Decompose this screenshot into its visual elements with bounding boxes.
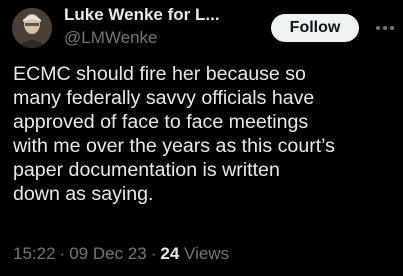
- tweet-text-line: ECMC should fire her because so: [13, 63, 306, 85]
- tweet: Luke Wenke for L... @LMWenke Follow ECMC…: [0, 0, 403, 276]
- follow-button[interactable]: Follow: [271, 14, 359, 42]
- more-dots-icon[interactable]: [371, 14, 399, 42]
- tweet-text: ECMC should fire her because so many fed…: [13, 62, 398, 206]
- tweet-meta: 15:22 · 09 Dec 23 · 24 Views: [13, 244, 229, 264]
- avatar-image: [12, 8, 52, 48]
- meta-separator: ·: [59, 244, 66, 263]
- avatar[interactable]: [12, 8, 52, 48]
- views-label: Views: [184, 244, 230, 263]
- meta-separator: ·: [150, 244, 157, 263]
- tweet-text-line: with me over the years as this court’s: [13, 135, 335, 157]
- tweet-text-line: many federally savvy officials have: [13, 87, 315, 109]
- tweet-text-line: paper documentation is written: [13, 159, 280, 181]
- tweet-date[interactable]: 09 Dec 23: [69, 244, 147, 263]
- author-name[interactable]: Luke Wenke for L...: [64, 5, 220, 25]
- tweet-text-line: approved of face to face meetings: [13, 111, 309, 133]
- author-handle[interactable]: @LMWenke: [64, 28, 157, 48]
- tweet-time[interactable]: 15:22: [13, 244, 56, 263]
- views-count[interactable]: 24: [160, 244, 179, 263]
- tweet-text-line: down as saying.: [13, 183, 154, 205]
